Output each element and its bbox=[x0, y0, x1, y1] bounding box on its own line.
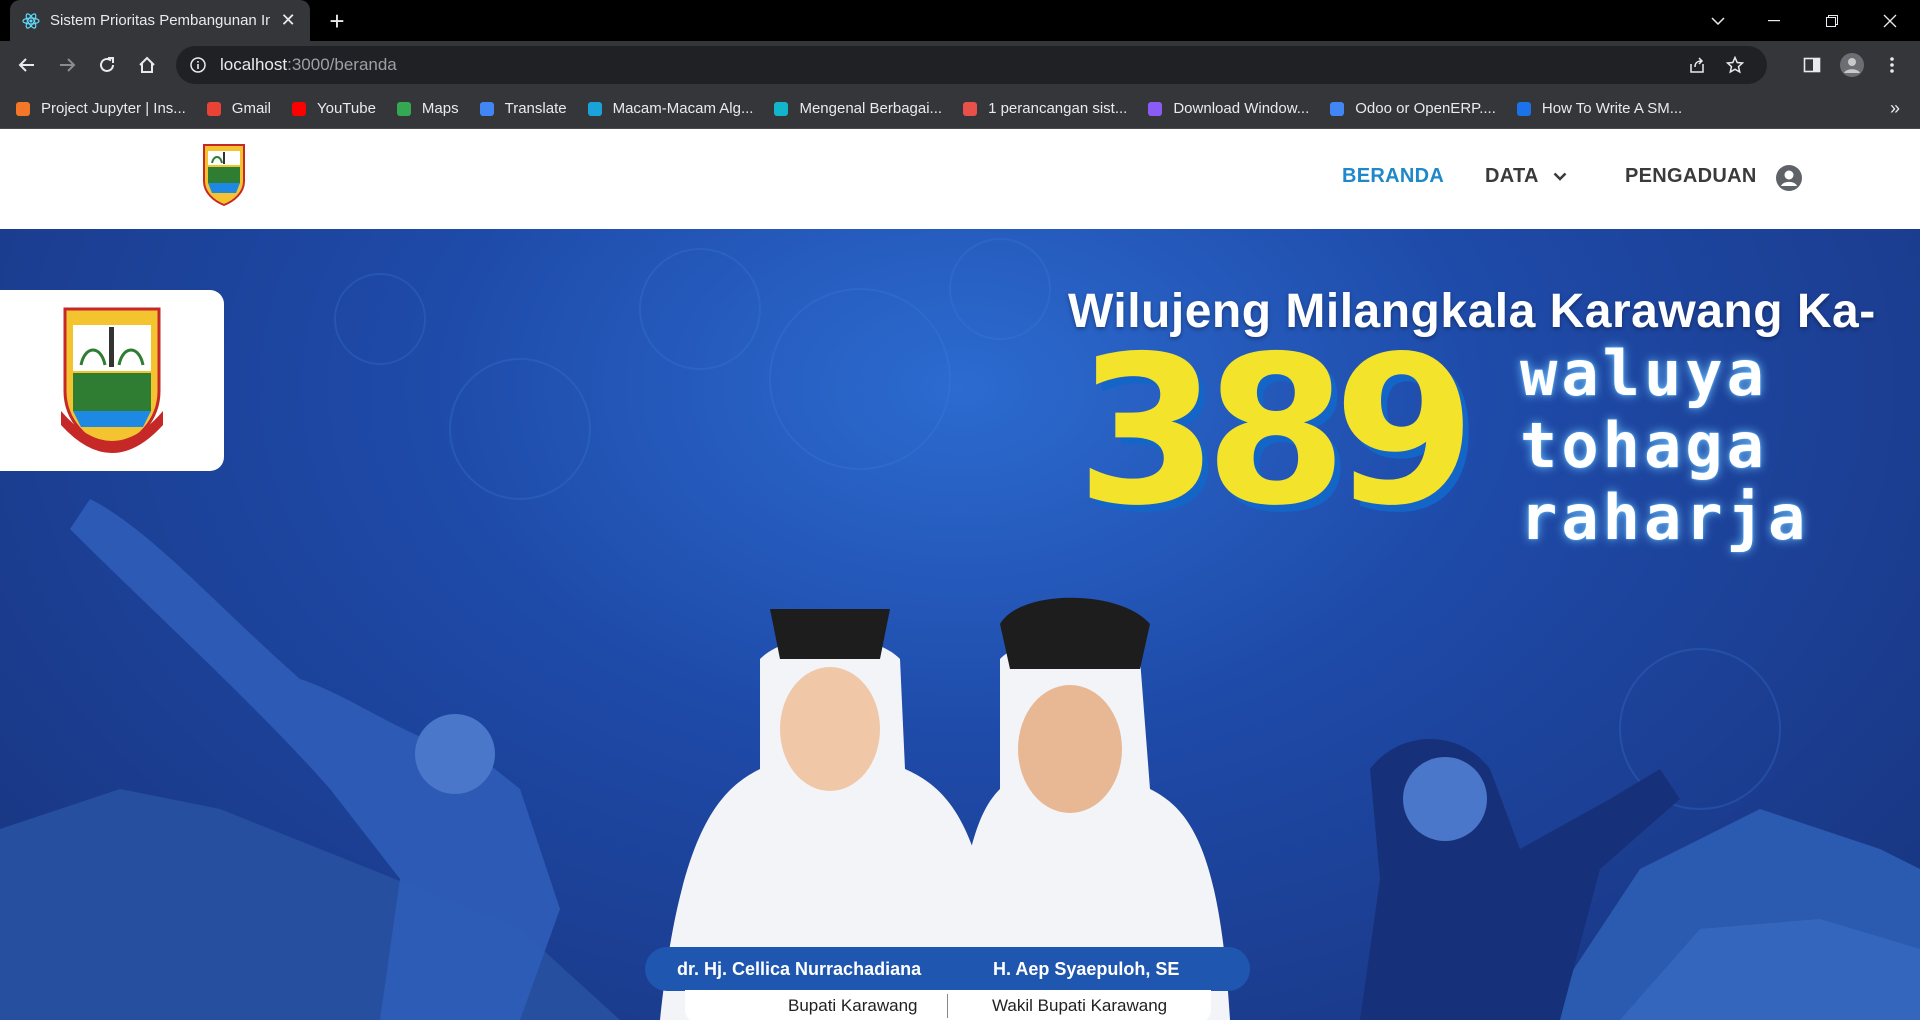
bookmark-item[interactable]: Maps bbox=[395, 100, 459, 118]
bookmark-star-icon[interactable] bbox=[1723, 53, 1747, 77]
forward-icon[interactable] bbox=[51, 49, 83, 81]
role-divider bbox=[947, 994, 948, 1018]
bookmark-item[interactable]: Gmail bbox=[205, 100, 271, 118]
more-bookmarks-icon[interactable]: » bbox=[1890, 98, 1900, 119]
bookmark-label: Macam-Macam Alg... bbox=[612, 100, 754, 117]
chrome-menu-icon[interactable] bbox=[1876, 49, 1908, 81]
leader2-role: Wakil Bupati Karawang bbox=[992, 996, 1168, 1015]
bookmark-label: Gmail bbox=[231, 100, 271, 117]
leader1-role: Bupati Karawang bbox=[788, 996, 918, 1015]
bookmark-label: Odoo or OpenERP.... bbox=[1355, 100, 1496, 117]
close-window-button[interactable] bbox=[1862, 0, 1918, 41]
maps-icon bbox=[395, 100, 413, 118]
bookmark-item[interactable]: Project Jupyter | Ins... bbox=[14, 100, 186, 118]
hero-banner: Wilujeng Milangkala Karawang Ka- 389 389… bbox=[0, 229, 1920, 1020]
address-bar[interactable]: localhost:3000/beranda bbox=[176, 46, 1767, 84]
browser-tab[interactable]: Sistem Prioritas Pembangunan In ✕ bbox=[10, 0, 310, 41]
anniversary-number: 389 389 bbox=[1076, 344, 1483, 534]
reload-icon[interactable] bbox=[91, 49, 123, 81]
user-account-icon[interactable] bbox=[1776, 165, 1802, 196]
leaders-role-bar: Bupati Karawang Wakil Bupati Karawang bbox=[685, 990, 1211, 1020]
docs-icon bbox=[1328, 100, 1346, 118]
react-icon bbox=[22, 12, 40, 30]
tagline-raharja: raharja bbox=[1520, 481, 1810, 554]
bookmark-item[interactable]: Translate bbox=[478, 100, 567, 118]
bookmark-item[interactable]: YouTube bbox=[290, 100, 376, 118]
site-info-icon[interactable] bbox=[190, 57, 206, 73]
info-icon bbox=[1515, 100, 1533, 118]
minimize-button[interactable] bbox=[1746, 0, 1802, 41]
share-icon[interactable] bbox=[1685, 53, 1709, 77]
nav-data[interactable]: DATA bbox=[1485, 165, 1567, 188]
profile-avatar[interactable] bbox=[1836, 49, 1868, 81]
bookmark-item[interactable]: 1 perancangan sist... bbox=[961, 100, 1127, 118]
site-navbar: BERANDA DATA PENGADUAN bbox=[0, 129, 1920, 229]
emblem-card bbox=[0, 290, 224, 471]
new-tab-button[interactable]: + bbox=[322, 6, 352, 36]
calendar-icon bbox=[961, 100, 979, 118]
tab-title: Sistem Prioritas Pembangunan In bbox=[50, 12, 271, 29]
tagline-tohaga: tohaga bbox=[1520, 409, 1768, 482]
gmail-icon bbox=[205, 100, 223, 118]
chevron-down-icon bbox=[1553, 172, 1567, 181]
nav-data-label: DATA bbox=[1485, 165, 1539, 187]
restore-button[interactable] bbox=[1804, 0, 1860, 41]
bookmark-label: Download Window... bbox=[1173, 100, 1310, 117]
bookmark-label: Project Jupyter | Ins... bbox=[41, 100, 186, 117]
bookmark-label: 1 perancangan sist... bbox=[988, 100, 1128, 117]
bookmarks-bar: Project Jupyter | Ins... Gmail YouTube Maps… bbox=[0, 89, 1920, 129]
youtube-icon bbox=[290, 100, 308, 118]
web-page: BERANDA DATA PENGADUAN Wilujeng Milangka… bbox=[0, 129, 1920, 1020]
bookmark-label: Translate bbox=[504, 100, 567, 117]
bookmark-label: YouTube bbox=[316, 100, 376, 117]
cyan-square-icon bbox=[772, 100, 790, 118]
leader2-name: H. Aep Syaepuloh, SE bbox=[993, 959, 1180, 979]
bookmark-item[interactable]: Mengenal Berbagai... bbox=[772, 100, 942, 118]
home-icon[interactable] bbox=[131, 49, 163, 81]
bookmark-item[interactable]: Macam-Macam Alg... bbox=[586, 100, 754, 118]
url-path: :3000/beranda bbox=[287, 55, 397, 74]
nav-pengaduan[interactable]: PENGADUAN bbox=[1625, 165, 1757, 188]
back-icon[interactable] bbox=[11, 49, 43, 81]
bookmark-item[interactable]: Odoo or OpenERP.... bbox=[1328, 100, 1496, 118]
url-host: localhost bbox=[220, 55, 288, 74]
side-panel-icon[interactable] bbox=[1796, 49, 1828, 81]
translate-icon bbox=[478, 100, 496, 118]
bookmark-item[interactable]: Download Window... bbox=[1146, 100, 1309, 118]
hero-headline: Wilujeng Milangkala Karawang Ka- bbox=[1068, 285, 1876, 338]
nav-beranda[interactable]: BERANDA bbox=[1342, 165, 1444, 188]
close-tab-icon[interactable]: ✕ bbox=[278, 10, 298, 31]
jupyter-icon bbox=[14, 100, 32, 118]
leaders-name-bar: dr. Hj. Cellica Nurrachadiana H. Aep Sya… bbox=[645, 947, 1250, 991]
swirl-icon bbox=[1146, 100, 1164, 118]
bookmark-label: Mengenal Berbagai... bbox=[799, 100, 943, 117]
tab-search-icon[interactable] bbox=[1690, 0, 1746, 41]
leader1-name: dr. Hj. Cellica Nurrachadiana bbox=[677, 959, 922, 979]
bookmark-label: How To Write A SM... bbox=[1541, 100, 1683, 117]
browser-toolbar: localhost:3000/beranda bbox=[0, 41, 1920, 89]
tagline-waluya: waluya bbox=[1520, 337, 1768, 410]
anniversary-number-text: 389 bbox=[1076, 344, 1463, 534]
browser-tab-strip: Sistem Prioritas Pembangunan In ✕ + bbox=[0, 0, 1920, 41]
karawang-emblem-icon bbox=[61, 307, 163, 453]
bookmark-label: Maps bbox=[421, 100, 459, 117]
karawang-logo[interactable] bbox=[200, 141, 248, 207]
bookmark-item[interactable]: How To Write A SM... bbox=[1515, 100, 1682, 118]
k-icon bbox=[586, 100, 604, 118]
